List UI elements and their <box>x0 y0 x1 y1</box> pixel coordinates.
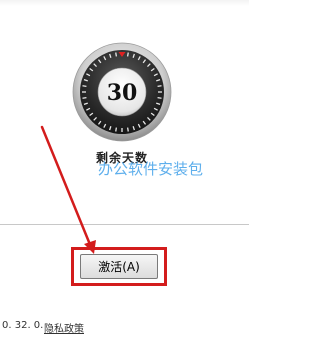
gauge-tick <box>115 127 118 132</box>
gauge-tick <box>82 85 87 88</box>
gauge-tick <box>126 52 129 57</box>
gauge-tick <box>157 96 162 99</box>
gauge-tick <box>82 96 87 99</box>
section-divider <box>0 224 249 225</box>
days-remaining-value: 30 <box>107 80 138 106</box>
window-top-edge <box>0 0 249 6</box>
watermark-text: 办公软件安装包 <box>98 160 204 178</box>
countdown-gauge: 30 <box>72 42 172 142</box>
gauge-tick <box>115 52 118 57</box>
privacy-policy-link[interactable]: 隐私政策 <box>44 320 84 335</box>
gauge-tick <box>126 127 129 132</box>
gauge-tick <box>157 85 162 88</box>
activate-button[interactable]: 激活(A) <box>80 254 158 279</box>
version-text: 0. 32. 0. <box>2 320 44 331</box>
activation-window: 30 剩余天数 办公软件安装包 激活(A) 0. 32. 0. 隐私政策 <box>0 0 249 343</box>
